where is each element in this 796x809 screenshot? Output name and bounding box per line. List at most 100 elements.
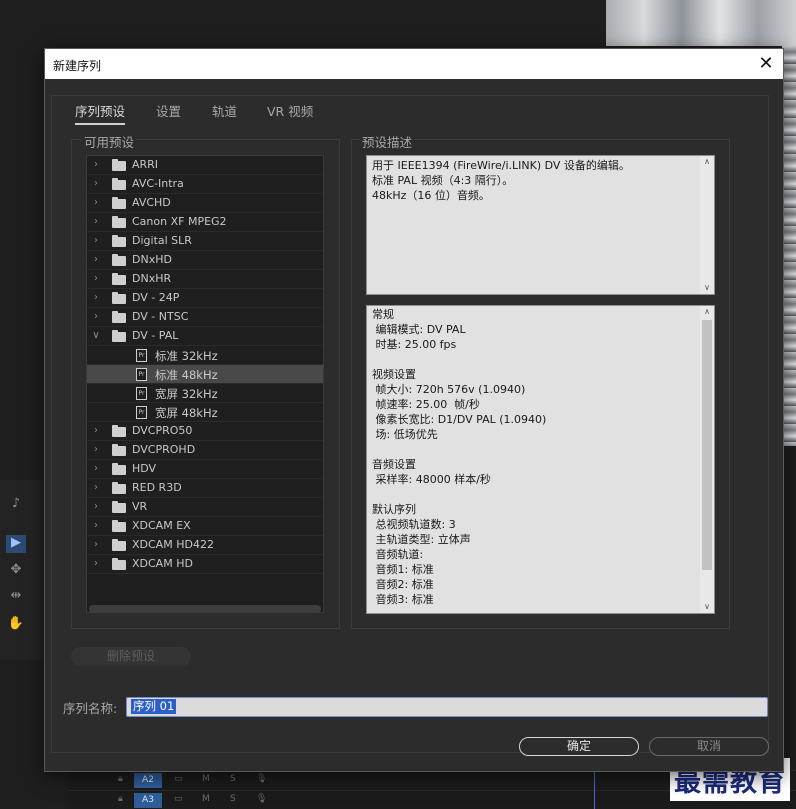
scroll-up-icon[interactable]: ∧	[700, 156, 714, 168]
ok-button[interactable]: 确定	[519, 737, 639, 756]
preset-folder-label: DVCPRO50	[132, 424, 193, 437]
tab-settings[interactable]: 设置	[156, 101, 181, 120]
lock-icon[interactable]: 🔒︎	[118, 794, 123, 804]
preset-item-row[interactable]: Pr 标准 48kHz	[87, 365, 323, 384]
folder-icon	[112, 482, 126, 494]
chevron-right-icon[interactable]: ›	[91, 159, 101, 170]
preset-folder-label: AVCHD	[132, 196, 171, 209]
preset-item-label: 标准 32kHz	[155, 349, 218, 363]
mute-button[interactable]: M	[202, 774, 210, 784]
tab-tracks[interactable]: 轨道	[212, 101, 237, 120]
sequence-name-input[interactable]	[126, 697, 768, 717]
chevron-right-icon[interactable]: ›	[91, 539, 101, 550]
preset-folder-row[interactable]: › DV - NTSC	[87, 308, 323, 327]
chevron-right-icon[interactable]: ›	[91, 311, 101, 322]
preset-folder-row[interactable]: › DVCPRO50	[87, 422, 323, 441]
lock-icon[interactable]: 🔒︎	[118, 774, 123, 784]
preset-item-row[interactable]: Pr 宽屏 32kHz	[87, 384, 323, 403]
preset-item-label: 宽屏 48kHz	[155, 406, 218, 420]
chevron-right-icon[interactable]: ›	[91, 501, 101, 512]
folder-icon	[112, 311, 126, 323]
chevron-right-icon[interactable]: ›	[91, 558, 101, 569]
preset-folder-row[interactable]: › AVCHD	[87, 194, 323, 213]
preset-folder-row[interactable]: › ARRI	[87, 156, 323, 175]
playhead[interactable]	[594, 770, 595, 809]
close-icon[interactable]: ✕	[755, 53, 777, 75]
chevron-right-icon[interactable]: ›	[91, 254, 101, 265]
track-badge[interactable]: A3	[134, 793, 162, 808]
chevron-right-icon[interactable]: ›	[91, 216, 101, 227]
chevron-right-icon[interactable]: ›	[91, 463, 101, 474]
track-badge[interactable]: A2	[134, 773, 162, 788]
preset-folder-row[interactable]: › VR	[87, 498, 323, 517]
preset-folder-row[interactable]: › RED R3D	[87, 479, 323, 498]
preset-folder-row[interactable]: › DVCPROHD	[87, 441, 323, 460]
chevron-right-icon[interactable]: ›	[91, 178, 101, 189]
preset-folder-row[interactable]: ∨ DV - PAL	[87, 327, 323, 346]
audio-note-icon[interactable]: ♪	[6, 496, 26, 514]
preset-folder-row[interactable]: › XDCAM HD422	[87, 536, 323, 555]
tab-vr-video[interactable]: VR 视频	[267, 101, 313, 120]
chevron-right-icon[interactable]: ›	[91, 197, 101, 208]
scroll-up-icon[interactable]: ∧	[700, 306, 714, 318]
dialog-title: 新建序列	[53, 59, 102, 73]
preset-detail-line	[372, 352, 702, 367]
preset-item-row[interactable]: Pr 宽屏 48kHz	[87, 403, 323, 422]
preset-folder-row[interactable]: › DNxHD	[87, 251, 323, 270]
mute-button[interactable]: M	[202, 794, 210, 804]
delete-preset-button[interactable]: 删除预设	[71, 647, 191, 666]
voiceover-mic-icon[interactable]: 🎙︎	[256, 794, 267, 804]
preset-folder-row[interactable]: › DV - 24P	[87, 289, 323, 308]
hand-tool-icon[interactable]: ✋	[6, 616, 26, 634]
ripple-edit-tool-icon[interactable]: ⇹	[6, 588, 26, 606]
folder-icon	[112, 444, 126, 456]
voiceover-mic-icon[interactable]: 🎙︎	[256, 774, 267, 784]
chevron-right-icon[interactable]: ›	[91, 273, 101, 284]
scrollbar-thumb[interactable]	[702, 320, 712, 570]
preset-detail-line: 视频设置	[372, 368, 416, 381]
preset-detail-line: 帧大小: 720h 576v (1.0940)	[372, 383, 526, 396]
track-select-tool-icon[interactable]: ✥	[6, 562, 26, 580]
chevron-right-icon[interactable]: ›	[91, 444, 101, 455]
description-scrollbar[interactable]: ∧ ∨	[700, 156, 714, 294]
folder-icon	[112, 539, 126, 551]
folder-icon	[112, 159, 126, 171]
tools-panel: ♪ ▶ ✥ ⇹ ✋	[0, 480, 46, 660]
preset-folder-row[interactable]: › Canon XF MPEG2	[87, 213, 323, 232]
dialog-titlebar[interactable]: 新建序列 ✕	[45, 49, 783, 79]
sequence-name-selected-text[interactable]: 序列 01	[131, 699, 177, 714]
solo-button[interactable]: S	[230, 794, 236, 804]
preset-folder-label: VR	[132, 500, 148, 513]
chevron-right-icon[interactable]: ›	[91, 235, 101, 246]
chevron-right-icon[interactable]: ›	[91, 482, 101, 493]
scroll-down-icon[interactable]: ∨	[700, 282, 714, 294]
preset-detail-line: 帧速率: 25.00 帧/秒	[372, 398, 480, 411]
program-monitor-preview-edge	[782, 46, 796, 446]
preset-folder-label: XDCAM EX	[132, 519, 191, 532]
preset-folder-row[interactable]: › XDCAM HD	[87, 555, 323, 574]
selection-tool-icon[interactable]: ▶	[6, 535, 26, 553]
chevron-down-icon[interactable]: ∨	[91, 330, 101, 341]
folder-icon	[112, 273, 126, 285]
preset-folder-label: Canon XF MPEG2	[132, 215, 227, 228]
preset-description-label: 预设描述	[360, 132, 415, 151]
track-output-icon[interactable]: ▭	[174, 794, 183, 804]
preset-folder-row[interactable]: › HDV	[87, 460, 323, 479]
track-output-icon[interactable]: ▭	[174, 774, 183, 784]
solo-button[interactable]: S	[230, 774, 236, 784]
chevron-right-icon[interactable]: ›	[91, 425, 101, 436]
preset-item-row[interactable]: Pr 标准 32kHz	[87, 346, 323, 365]
preset-folder-row[interactable]: › Digital SLR	[87, 232, 323, 251]
preset-folder-label: DNxHD	[132, 253, 172, 266]
chevron-right-icon[interactable]: ›	[91, 292, 101, 303]
preset-detail-line: 音频1: 标准	[372, 563, 434, 576]
chevron-right-icon[interactable]: ›	[91, 520, 101, 531]
preset-folder-row[interactable]: › DNxHR	[87, 270, 323, 289]
tab-sequence-presets[interactable]: 序列预设	[75, 101, 126, 125]
preset-folder-row[interactable]: › XDCAM EX	[87, 517, 323, 536]
details-scrollbar[interactable]: ∧ ∨	[700, 306, 714, 613]
tree-horizontal-scrollbar[interactable]	[89, 605, 321, 613]
cancel-button[interactable]: 取消	[649, 737, 769, 756]
scroll-down-icon[interactable]: ∨	[700, 601, 714, 613]
preset-folder-row[interactable]: › AVC-Intra	[87, 175, 323, 194]
